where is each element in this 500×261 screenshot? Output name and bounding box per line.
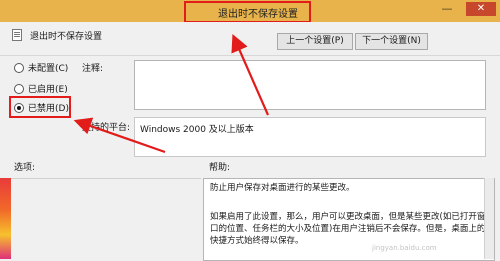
close-icon[interactable]: ✕ xyxy=(466,2,496,16)
next-setting-button[interactable]: 下一个设置(N) xyxy=(355,33,428,50)
help-scrollbar[interactable] xyxy=(484,178,494,259)
radio-label: 未配置(C) xyxy=(28,64,69,74)
options-label: 选项: xyxy=(14,163,36,173)
watermark: jingyan.baidu.com xyxy=(372,244,437,252)
help-pane: 防止用户保存对桌面进行的某些更改。 如果启用了此设置，那么，用户可以更改桌面，但… xyxy=(203,178,495,261)
comment-label: 注释: xyxy=(82,64,104,74)
header-separator xyxy=(0,55,500,56)
setting-document-icon xyxy=(12,29,22,41)
platform-label: 支持的平台: xyxy=(82,123,131,133)
setting-title: 退出时不保存设置 xyxy=(30,32,103,42)
help-label: 帮助: xyxy=(209,163,231,173)
radio-button-icon[interactable] xyxy=(14,63,24,73)
previous-setting-button[interactable]: 上一个设置(P) xyxy=(277,33,353,50)
radio-button-icon[interactable] xyxy=(14,84,24,94)
comment-textarea[interactable] xyxy=(134,60,486,110)
help-text-paragraph: 防止用户保存对桌面进行的某些更改。 xyxy=(210,183,355,193)
title-annotation-box xyxy=(184,1,311,23)
help-text-paragraph: 如果启用了此设置，那么，用户可以更改桌面，但是某些更改(如已打开窗口的位置、任务… xyxy=(210,212,486,246)
platform-box: Windows 2000 及以上版本 xyxy=(134,117,486,157)
minimize-icon[interactable]: — xyxy=(437,2,457,16)
platform-value: Windows 2000 及以上版本 xyxy=(140,125,254,135)
disabled-annotation-box xyxy=(9,96,71,118)
options-pane xyxy=(11,178,201,260)
radio-label: 已启用(E) xyxy=(28,85,68,95)
